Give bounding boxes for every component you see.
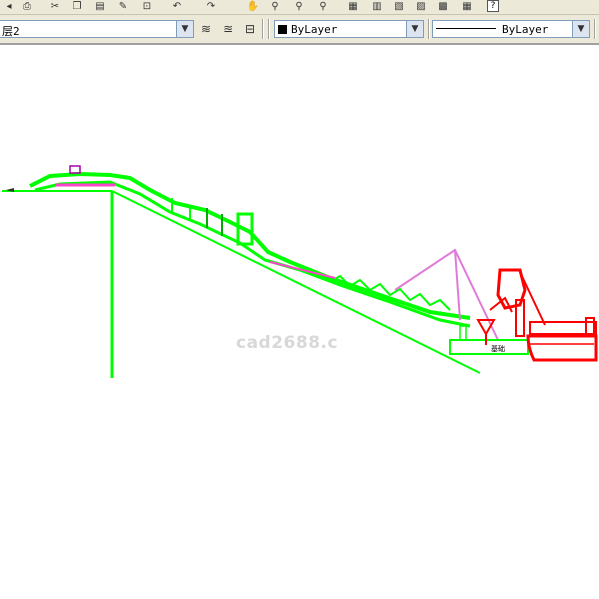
- linetype-sample-icon: [436, 28, 496, 29]
- layer-states-icon[interactable]: ⊟: [242, 21, 258, 37]
- chevron-down-icon[interactable]: ▼: [406, 21, 423, 37]
- drawing-canvas[interactable]: 基础 cad2688.c: [0, 45, 599, 599]
- copy-icon[interactable]: ❐: [70, 0, 84, 12]
- watermark: cad2688.c: [236, 333, 339, 353]
- tool-palettes-icon[interactable]: ▧: [392, 0, 406, 12]
- standard-toolbar: ◂ ⎙ ✂ ❐ ▤ ✎ ⊡ ↶ ↷ ✋ ⚲ ⚲ ⚲ ▦ ▥ ▧ ▨ ▩ ▦ ?: [0, 0, 599, 15]
- toolbar-separator: [268, 19, 270, 39]
- markup-icon[interactable]: ▩: [436, 0, 450, 12]
- color-value: ByLayer: [291, 23, 338, 36]
- pontoon-box: [449, 339, 529, 355]
- cab-icon: [69, 165, 81, 174]
- zoom-previous-icon[interactable]: ⚲: [316, 0, 330, 12]
- zoom-window-icon[interactable]: ⚲: [292, 0, 306, 12]
- make-layer-current-icon[interactable]: ≋: [198, 21, 214, 37]
- block-editor-icon[interactable]: ⊡: [140, 0, 154, 12]
- linetype-dropdown[interactable]: ByLayer ▼: [432, 20, 590, 38]
- calculator-icon[interactable]: ▦: [460, 0, 474, 12]
- redo-icon[interactable]: ↷: [204, 0, 218, 12]
- pontoon-post: [459, 325, 467, 341]
- toolbar-separator: [262, 19, 264, 39]
- color-dropdown[interactable]: ByLayer ▼: [274, 20, 424, 38]
- arrow-icon[interactable]: ◂: [2, 0, 16, 12]
- pan-icon[interactable]: ✋: [246, 0, 260, 12]
- dredger-hull: [526, 334, 598, 362]
- design-center-icon[interactable]: ▥: [370, 0, 384, 12]
- truss-zigzag: [329, 274, 451, 311]
- help-button[interactable]: ?: [487, 0, 499, 12]
- layer-value: 层2: [2, 25, 20, 38]
- layers-properties-toolbar: 层2 ▼ ≋ ≊ ⊟ ByLayer ▼ ByLayer ▼: [0, 15, 599, 45]
- layer-previous-icon[interactable]: ≊: [220, 21, 236, 37]
- match-properties-icon[interactable]: ✎: [116, 0, 130, 12]
- toolbar-separator: [594, 19, 596, 39]
- cad-drawing: 基础: [2, 165, 598, 378]
- zoom-realtime-icon[interactable]: ⚲: [268, 0, 282, 12]
- color-swatch-icon: [278, 25, 287, 34]
- undo-icon[interactable]: ↶: [170, 0, 184, 12]
- sheet-set-icon[interactable]: ▨: [414, 0, 428, 12]
- layer-dropdown[interactable]: 层2 ▼: [0, 20, 194, 38]
- cut-icon[interactable]: ✂: [48, 0, 62, 12]
- properties-icon[interactable]: ▦: [346, 0, 360, 12]
- chevron-down-icon[interactable]: ▼: [176, 21, 193, 37]
- paste-icon[interactable]: ▤: [93, 0, 107, 12]
- chevron-down-icon[interactable]: ▼: [572, 21, 589, 37]
- plot-icon[interactable]: ⎙: [20, 0, 34, 12]
- magenta-beam-2: [269, 261, 336, 279]
- linetype-value: ByLayer: [502, 23, 549, 36]
- toolbar-separator: [428, 19, 430, 39]
- conveyor-upper: [29, 171, 471, 320]
- pontoon-label: 基础: [491, 344, 505, 353]
